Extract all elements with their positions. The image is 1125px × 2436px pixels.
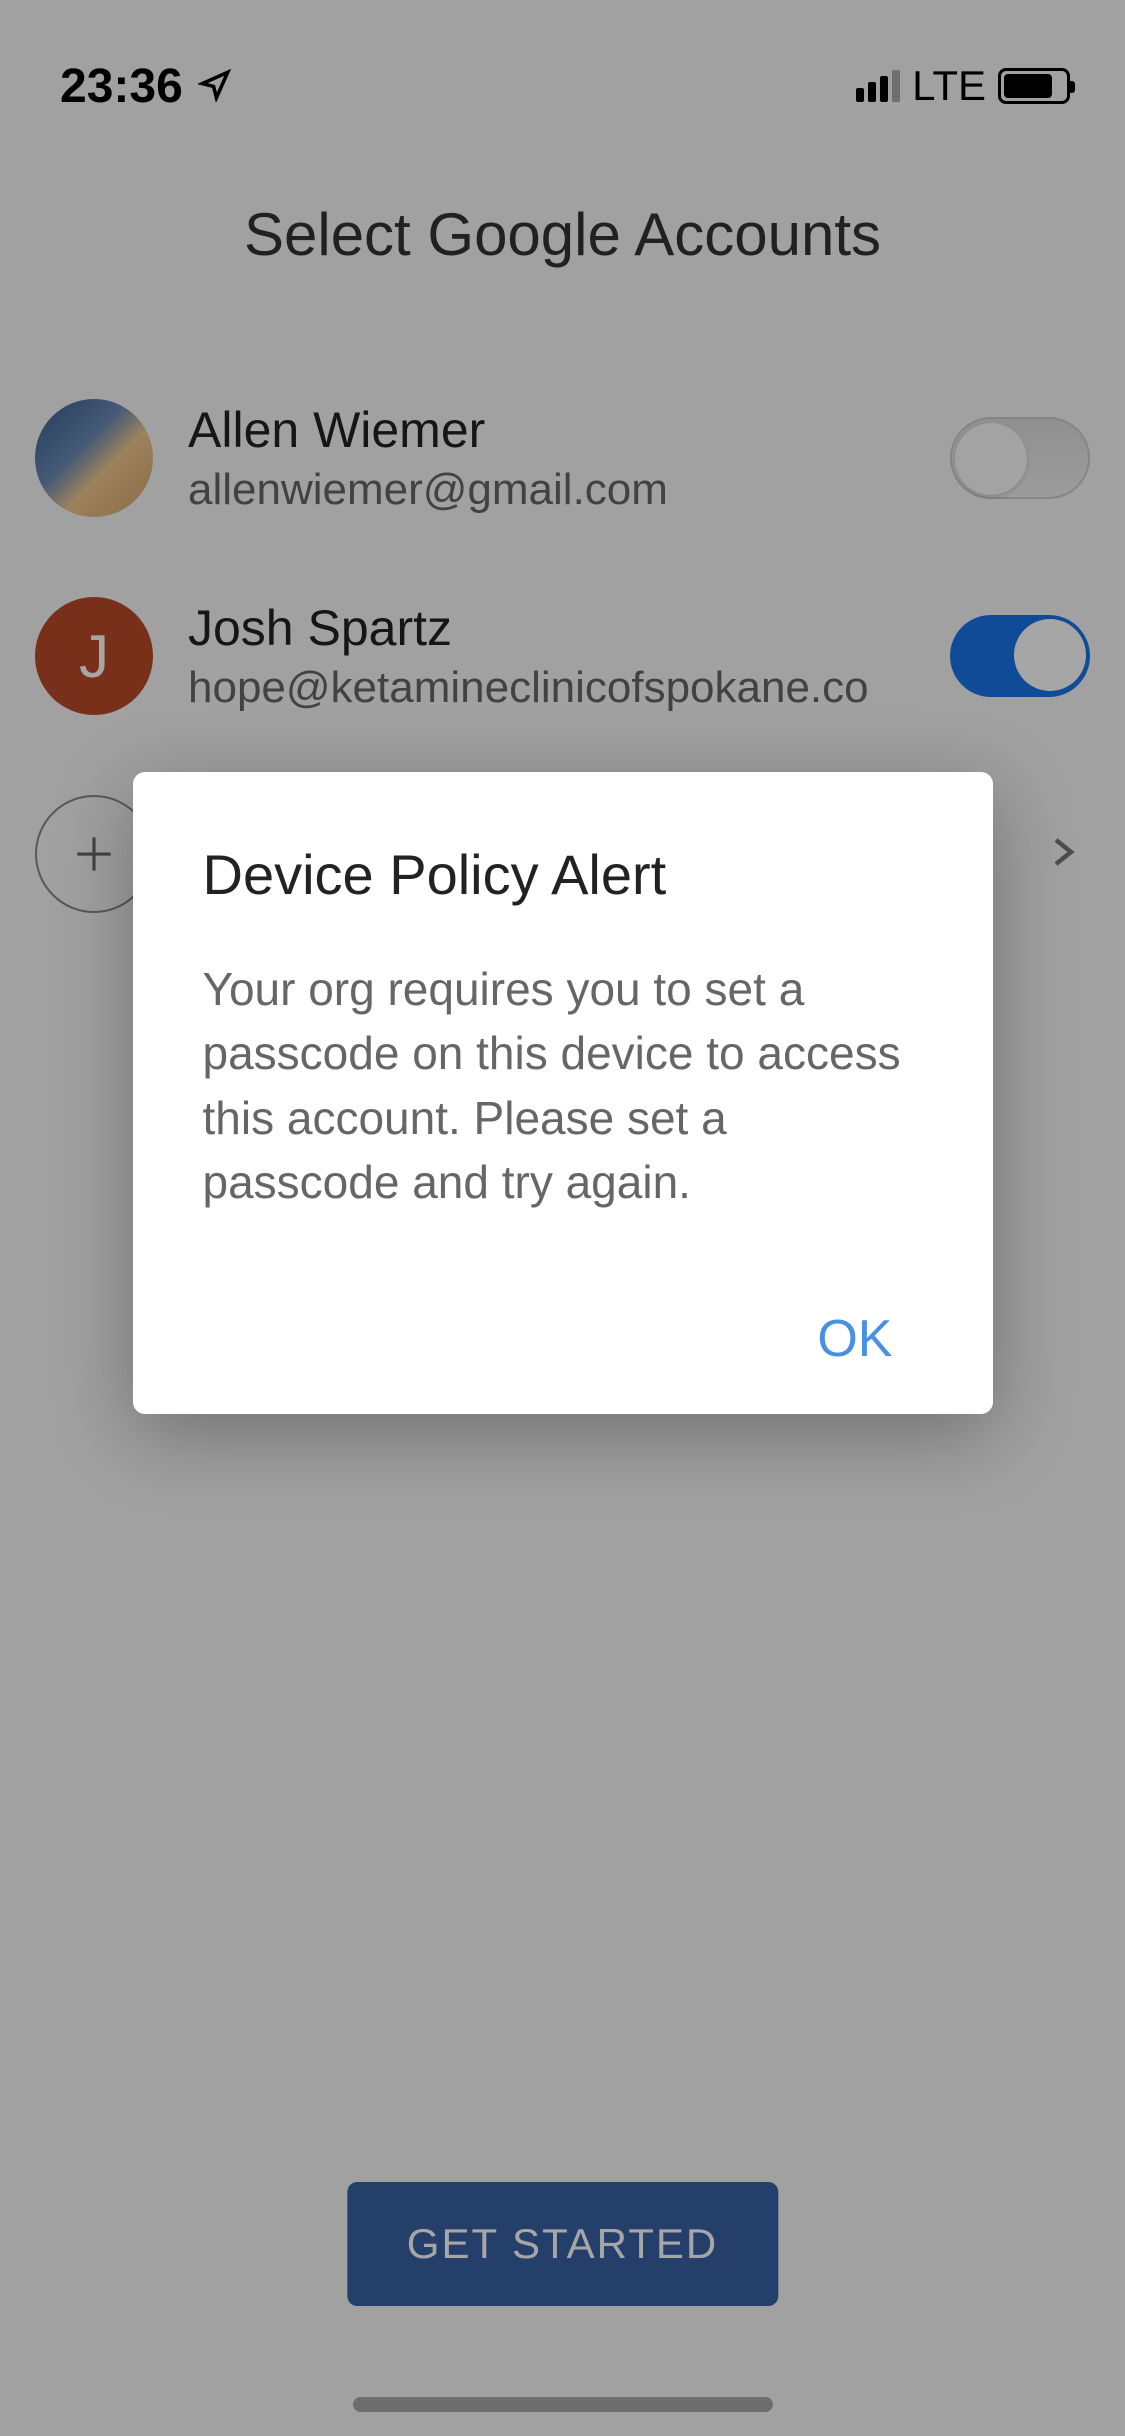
modal-message: Your org requires you to set a passcode … [203, 957, 923, 1215]
modal-actions: OK [203, 1299, 923, 1379]
modal-overlay: Device Policy Alert Your org requires yo… [0, 0, 1125, 2436]
modal-title: Device Policy Alert [203, 842, 923, 907]
modal-ok-button[interactable]: OK [787, 1299, 922, 1379]
modal-dialog: Device Policy Alert Your org requires yo… [133, 772, 993, 1415]
